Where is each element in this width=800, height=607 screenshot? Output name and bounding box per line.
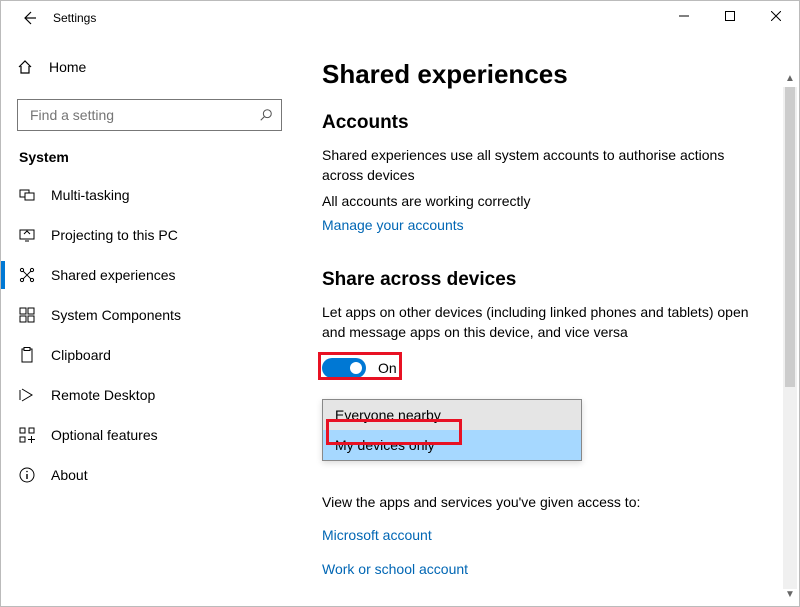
nav-projecting[interactable]: Projecting to this PC <box>17 215 282 255</box>
optional-icon <box>19 427 51 443</box>
sidebar-home[interactable]: Home <box>17 49 282 85</box>
remote-icon <box>19 387 51 403</box>
view-access-desc: View the apps and services you've given … <box>322 493 751 513</box>
share-toggle[interactable] <box>322 358 366 378</box>
sidebar: Home System Multi-tasking <box>1 35 298 606</box>
microsoft-account-link[interactable]: Microsoft account <box>322 527 751 543</box>
components-icon <box>19 307 51 323</box>
share-heading: Share across devices <box>322 269 751 291</box>
option-label: Everyone nearby <box>335 407 441 423</box>
close-button[interactable] <box>753 1 799 31</box>
nav-optional-features[interactable]: Optional features <box>17 415 282 455</box>
nav-clipboard[interactable]: Clipboard <box>17 335 282 375</box>
projecting-icon <box>19 227 51 243</box>
nav-remote-desktop[interactable]: Remote Desktop <box>17 375 282 415</box>
search-input[interactable] <box>28 106 249 124</box>
nav-label: About <box>51 467 88 483</box>
settings-window: Settings Home <box>0 0 800 607</box>
nav-shared-experiences[interactable]: Shared experiences <box>17 255 282 295</box>
nav-label: Optional features <box>51 427 158 443</box>
home-icon <box>17 59 49 75</box>
dropdown-option-mydevices[interactable]: My devices only <box>323 430 581 460</box>
titlebar: Settings <box>1 1 799 35</box>
maximize-button[interactable] <box>707 1 753 31</box>
manage-accounts-link[interactable]: Manage your accounts <box>322 217 751 233</box>
toggle-label: On <box>378 360 397 376</box>
nav-label: Projecting to this PC <box>51 227 178 243</box>
scroll-thumb[interactable] <box>785 87 795 387</box>
nav-label: Clipboard <box>51 347 111 363</box>
accounts-desc: Shared experiences use all system accoun… <box>322 146 751 185</box>
scroll-up-icon[interactable]: ▲ <box>785 73 795 87</box>
clipboard-icon <box>19 347 51 363</box>
nav-multi-tasking[interactable]: Multi-tasking <box>17 175 282 215</box>
nav-label: System Components <box>51 307 181 323</box>
back-button[interactable] <box>17 6 41 30</box>
dropdown-option-everyone[interactable]: Everyone nearby <box>323 400 581 430</box>
content-scrollbar[interactable]: ▲ ▼ <box>783 73 797 603</box>
multitasking-icon <box>19 187 51 203</box>
category-heading: System <box>17 149 282 165</box>
share-dropdown[interactable]: Everyone nearby My devices only <box>322 399 582 461</box>
about-icon <box>19 467 51 483</box>
scroll-down-icon[interactable]: ▼ <box>785 589 795 603</box>
window-title: Settings <box>53 11 96 25</box>
share-desc: Let apps on other devices (including lin… <box>322 303 751 342</box>
search-box[interactable] <box>17 99 282 131</box>
option-label: My devices only <box>335 437 435 453</box>
nav-list: Multi-tasking Projecting to this PC Shar… <box>17 175 282 495</box>
nav-label: Shared experiences <box>51 267 176 283</box>
minimize-button[interactable] <box>661 1 707 31</box>
page-title: Shared experiences <box>322 59 751 90</box>
nav-about[interactable]: About <box>17 455 282 495</box>
nav-system-components[interactable]: System Components <box>17 295 282 335</box>
shared-icon <box>19 267 51 283</box>
nav-label: Remote Desktop <box>51 387 155 403</box>
content-area: Shared experiences Accounts Shared exper… <box>298 35 799 606</box>
home-label: Home <box>49 59 86 75</box>
accounts-heading: Accounts <box>322 112 751 134</box>
nav-label: Multi-tasking <box>51 187 130 203</box>
scroll-track[interactable] <box>783 87 797 589</box>
search-icon <box>259 108 273 122</box>
work-school-link[interactable]: Work or school account <box>322 561 751 577</box>
accounts-status: All accounts are working correctly <box>322 193 751 209</box>
